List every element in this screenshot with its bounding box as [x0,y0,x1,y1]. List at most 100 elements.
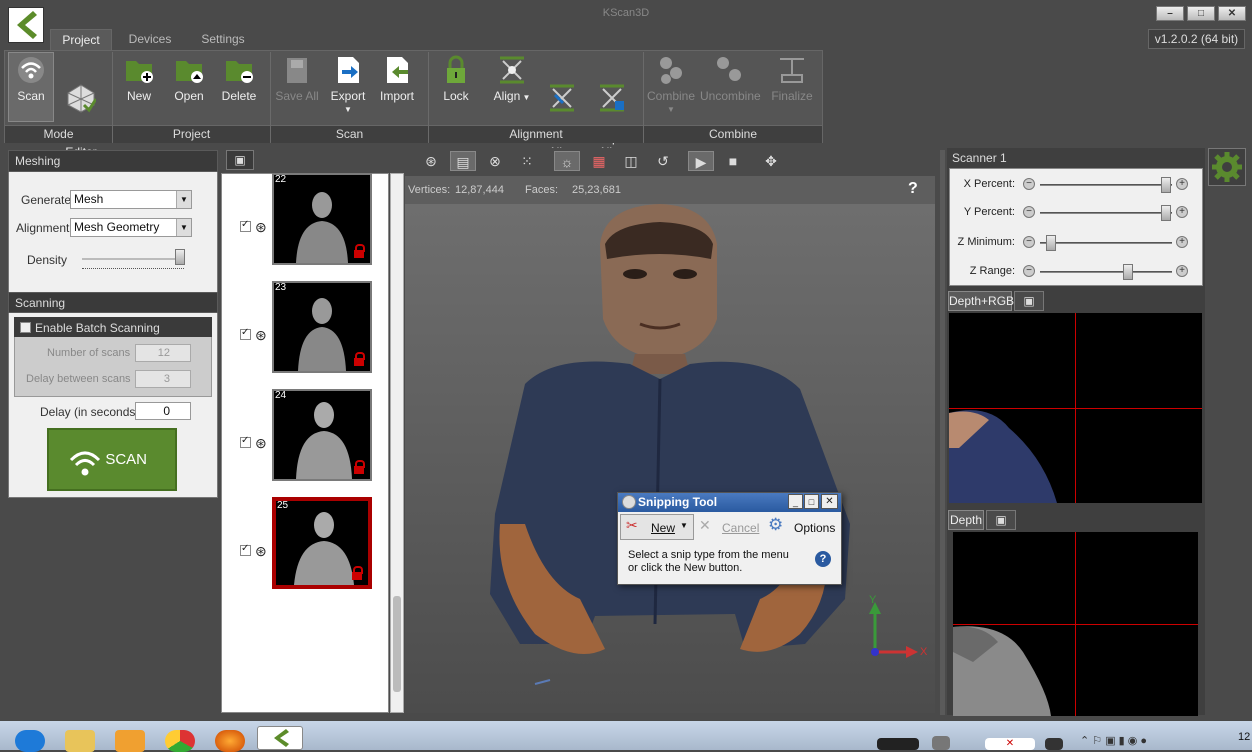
tab-depth-rgb[interactable]: Depth+RGB [948,291,1014,311]
minus-icon[interactable]: − [1023,206,1035,218]
color-grid-icon[interactable]: ▦ [586,151,612,171]
scanner-slider-handle[interactable] [1160,177,1171,193]
plus-icon[interactable]: + [1176,178,1188,190]
play-icon[interactable]: ▶ [688,151,714,171]
scan-mode-button[interactable]: Scan [8,55,54,103]
thumb-23-checkbox[interactable]: ✓ [240,327,251,340]
camera-icon[interactable]: ▣ [1014,291,1044,311]
finalize-label: Finalize [771,89,813,103]
uncombine-button[interactable]: Uncombine [700,55,761,103]
chevron-down-icon[interactable]: ▼ [680,521,688,530]
taskbar-app-icon[interactable] [877,738,919,750]
snipping-cancel-button[interactable]: Cancel [722,521,759,535]
density-slider[interactable] [82,258,184,260]
delete-button[interactable]: Delete [218,55,260,103]
thumbnail-24[interactable]: 24 [272,389,372,481]
scanner-slider-track[interactable] [1040,184,1172,186]
tray-icons[interactable]: ⌃ ⚐ ▣ ▮ ◉ ● [1080,734,1147,747]
batch-scanning-checkbox[interactable] [20,322,31,333]
internet-explorer-icon[interactable] [15,730,45,752]
point-cloud-icon[interactable]: ⁙ [514,151,540,171]
network-tray-icon[interactable] [932,736,950,750]
snipping-close-button[interactable]: ✕ [821,494,838,509]
camera-icon[interactable]: ▣ [986,510,1016,530]
settings-button[interactable] [1208,148,1246,186]
help-icon[interactable]: ? [908,180,918,198]
window-title: KScan3D [602,7,650,19]
scanner-slider-track[interactable] [1040,242,1172,244]
scan-button[interactable]: SCAN [47,428,177,491]
reset-rotation-icon[interactable]: ↺ [650,151,676,171]
thumbnail-25-selected[interactable]: 25 [272,497,372,589]
maximize-button[interactable]: □ [1187,6,1215,21]
delay-between-stepper[interactable]: 3 [135,370,191,388]
thumb-24-checkbox[interactable]: ✓ [240,435,251,448]
lock-button[interactable]: Lock [436,55,476,103]
repeat-align-button[interactable]: Repeat Align [590,55,635,159]
new-button[interactable]: New [118,55,160,103]
light-bulb-icon[interactable]: ☼ [554,151,580,171]
generate-select[interactable]: Mesh ▼ [70,190,192,209]
snipping-maximize-button[interactable]: □ [804,494,819,509]
scanner-slider-handle[interactable] [1046,235,1057,251]
scan-mode-label: Scan [17,89,45,103]
minus-icon[interactable]: − [1023,265,1035,277]
move-icon[interactable]: ✥ [758,151,784,171]
help-icon[interactable]: ? [815,551,831,567]
scrollbar-thumb[interactable] [393,596,401,692]
num-scans-stepper[interactable]: 12 [135,344,191,362]
combine-button[interactable]: Combine ▼ [646,55,696,117]
minus-icon[interactable]: − [1023,236,1035,248]
snipping-minimize-button[interactable]: _ [788,494,803,509]
splitter[interactable] [940,150,945,715]
mesh-editor-button[interactable]: Mesh Editor [58,55,104,159]
thumbnail-23[interactable]: 23 [272,281,372,373]
alignment-select[interactable]: Mesh Geometry ▼ [70,218,192,237]
image-view-toggle-icon[interactable]: ▣ [226,150,254,170]
plug-icon[interactable] [1045,738,1063,750]
tab-settings[interactable]: Settings [192,29,254,50]
import-button[interactable]: Import [376,55,418,103]
density-slider-handle[interactable] [175,249,185,265]
undo-align-button[interactable]: Undo Align [540,55,584,159]
scanner-slider-track[interactable] [1040,271,1172,273]
plus-icon[interactable]: + [1176,265,1188,277]
plus-icon[interactable]: + [1176,206,1188,218]
finalize-button[interactable]: Finalize [768,55,816,103]
thumb-22-checkbox[interactable]: ✓ [240,219,251,232]
wifi-icon [69,444,101,503]
delay-stepper[interactable]: 0 [135,402,191,420]
plus-icon[interactable]: + [1176,236,1188,248]
minimize-button[interactable]: – [1156,6,1184,21]
scan-button-label: SCAN [105,451,147,468]
bounding-box-icon[interactable]: ◫ [618,151,644,171]
align-button[interactable]: Align ▼ [490,55,534,105]
tab-depth[interactable]: Depth [948,510,984,530]
mesh-view-icon[interactable]: ⊗ [482,151,508,171]
file-explorer-icon[interactable] [65,730,95,752]
snipping-options-button[interactable]: Options [794,521,835,535]
chrome-icon[interactable] [165,730,195,752]
scanner-slider-track[interactable] [1040,212,1172,214]
media-player-icon[interactable] [115,730,145,752]
export-button[interactable]: Export ▼ [326,55,370,117]
close-icon[interactable]: ✕ [985,738,1035,750]
tab-devices[interactable]: Devices [122,29,178,50]
thumbnail-22[interactable]: 22 [272,173,372,265]
export-label: Export [330,89,366,103]
firefox-icon[interactable] [215,730,245,752]
wireframe-icon[interactable]: ⊛ [418,151,444,171]
kscan-taskbar-icon[interactable] [257,726,303,750]
minus-icon[interactable]: − [1023,178,1035,190]
scanner-slider-handle[interactable] [1160,205,1171,221]
scanner-slider-handle[interactable] [1122,264,1133,280]
thumb-25-checkbox[interactable]: ✓ [240,543,251,556]
tab-project[interactable]: Project [50,29,112,50]
save-all-button[interactable]: Save All [274,55,320,103]
meshing-header: Meshing [8,150,218,172]
open-button[interactable]: Open [168,55,210,103]
close-button[interactable]: ✕ [1218,6,1246,21]
textured-icon[interactable]: ▤ [450,151,476,171]
thumbnail-number: 23 [275,282,287,293]
stop-icon[interactable]: ■ [720,151,746,171]
